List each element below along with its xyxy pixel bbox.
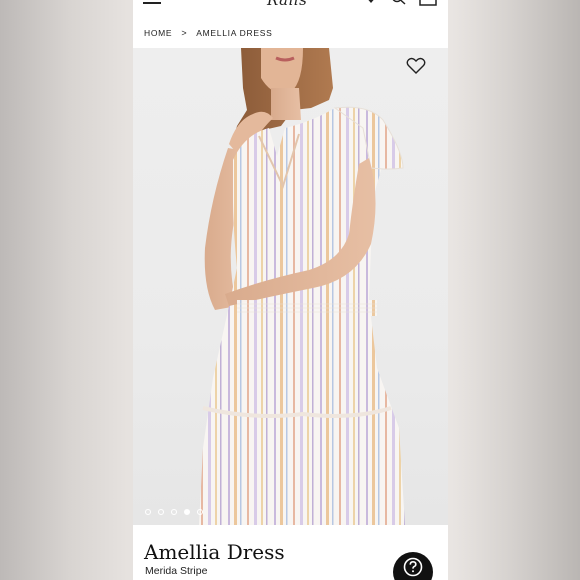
breadcrumb: HOME > AMELLIA DRESS <box>144 28 272 38</box>
heart-icon[interactable] <box>364 0 378 6</box>
carousel-dot[interactable] <box>158 509 164 515</box>
carousel-dot[interactable] <box>197 509 203 515</box>
breadcrumb-current: AMELLIA DRESS <box>196 28 273 38</box>
product-title: Amellia Dress <box>144 540 285 564</box>
top-navigation: Rails <box>133 0 448 14</box>
product-variant: Merida Stripe <box>145 565 208 577</box>
product-photo <box>199 48 405 525</box>
breadcrumb-home-link[interactable]: HOME <box>144 28 172 38</box>
carousel-dot[interactable] <box>145 509 151 515</box>
menu-icon[interactable] <box>143 0 161 6</box>
carousel-dot[interactable] <box>171 509 177 515</box>
product-image-carousel[interactable] <box>133 48 448 525</box>
bag-icon[interactable] <box>419 0 437 6</box>
breadcrumb-separator: > <box>181 28 188 38</box>
search-icon[interactable] <box>391 0 407 7</box>
help-button[interactable] <box>393 552 433 580</box>
wishlist-heart-icon[interactable] <box>406 57 426 75</box>
brand-logo[interactable]: Rails <box>267 0 307 9</box>
mobile-page: Rails HOME > AMELLIA DRESS Amellia Dress… <box>133 0 448 580</box>
carousel-indicators <box>145 509 203 515</box>
carousel-dot-active[interactable] <box>184 509 190 515</box>
question-mark-icon <box>403 557 423 577</box>
